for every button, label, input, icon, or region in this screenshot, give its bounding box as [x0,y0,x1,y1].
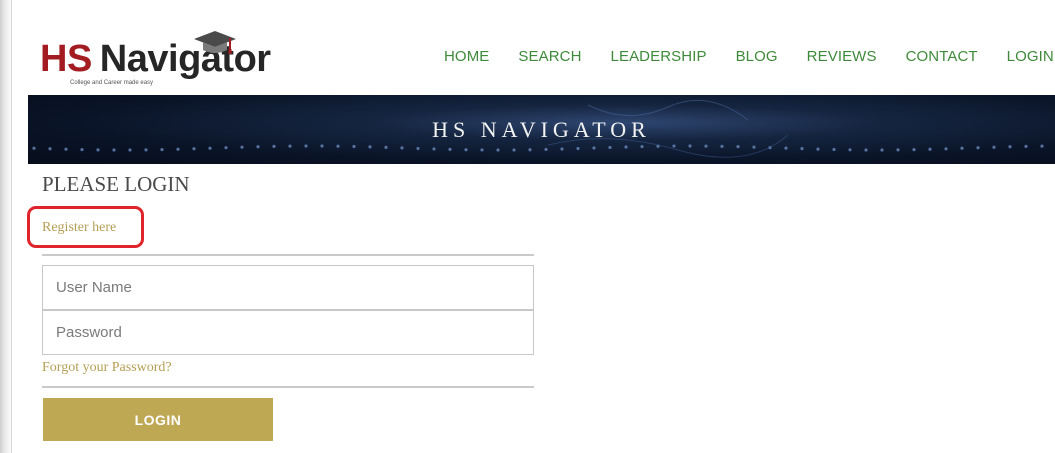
page-title: PLEASE LOGIN [42,172,190,196]
register-link[interactable]: Register here [42,220,116,236]
nav-item-leadership[interactable]: LEADERSHIP [611,48,707,68]
graduation-cap-icon [194,31,236,54]
nav-item-home[interactable]: HOME [444,48,489,68]
site-logo[interactable]: HS Navigator College and Career made easy [40,31,280,90]
logo-hs-text: HS [40,38,92,80]
nav-item-reviews[interactable]: REVIEWS [807,48,877,68]
logo-tagline: College and Career made easy [70,80,154,86]
password-input[interactable] [42,310,534,355]
form-divider-bottom [42,386,534,388]
login-button[interactable]: LOGIN [43,398,273,441]
page-banner: HS NAVIGATOR [28,95,1055,164]
nav-item-search[interactable]: SEARCH [518,48,581,68]
username-input[interactable] [42,265,534,310]
nav-item-blog[interactable]: BLOG [736,48,778,68]
main-navigation: HOME SEARCH LEADERSHIP BLOG REVIEWS CONT… [444,48,1054,68]
logo-navigator-text: Navigator [99,38,271,80]
nav-item-login[interactable]: LOGIN [1007,48,1054,68]
screenshot-frame-line [11,0,12,453]
form-divider-top [42,254,534,256]
forgot-password-link[interactable]: Forgot your Password? [42,360,172,376]
nav-item-contact[interactable]: CONTACT [906,48,978,68]
banner-title: HS NAVIGATOR [432,117,651,142]
